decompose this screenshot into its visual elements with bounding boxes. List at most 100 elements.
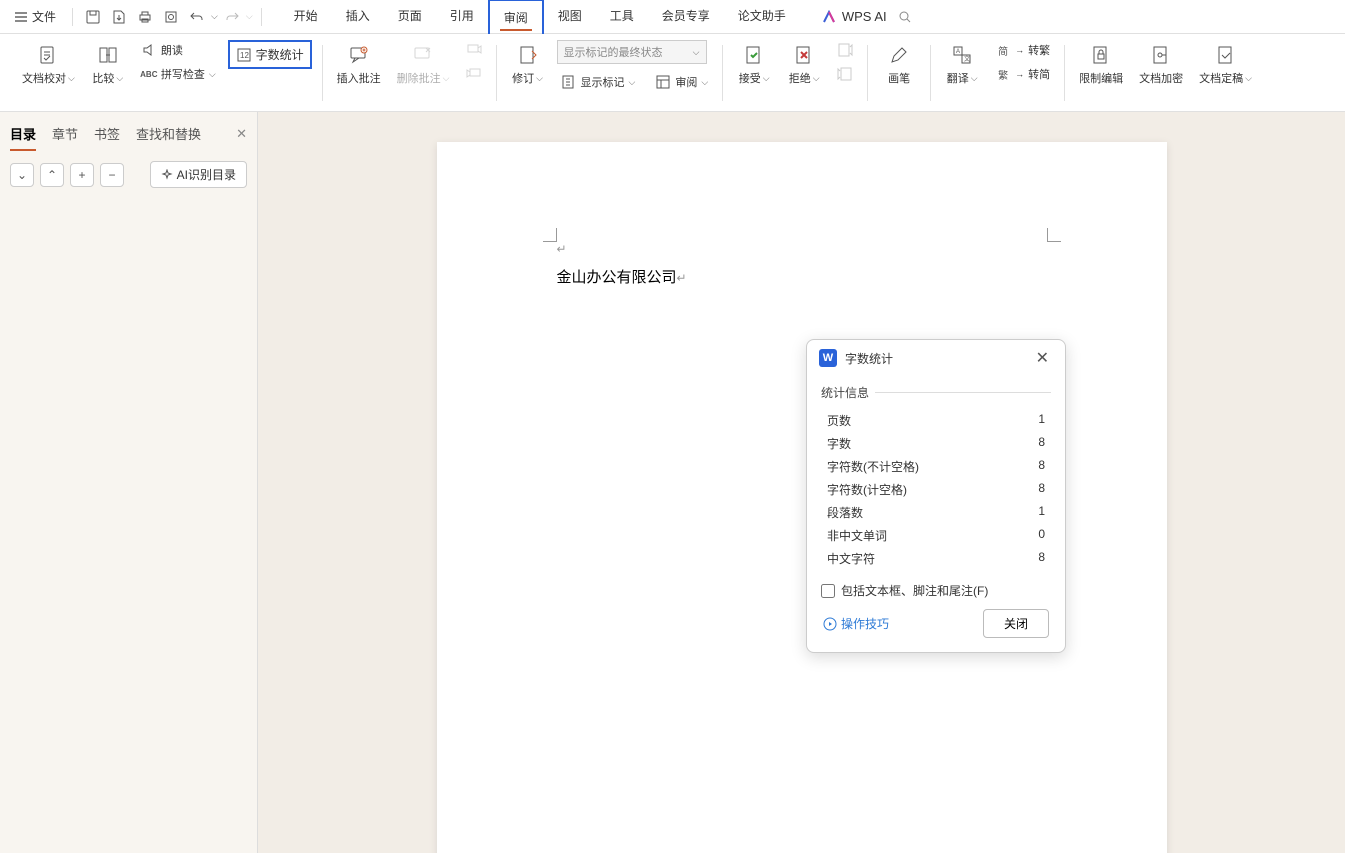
encrypt-button[interactable]: 文档加密 xyxy=(1135,40,1187,90)
divider xyxy=(261,8,262,26)
remove-button[interactable]: − xyxy=(100,163,124,187)
collapse-up-button[interactable]: ⌃ xyxy=(40,163,64,187)
insert-comment-button[interactable]: 插入批注 xyxy=(333,40,385,90)
wps-ai[interactable]: WPS AI xyxy=(822,9,887,24)
translate-icon: A文 xyxy=(951,44,973,66)
tab-page[interactable]: 页面 xyxy=(384,0,436,34)
accept-button[interactable]: 接受⌵ xyxy=(733,40,775,90)
prev-comment-button[interactable] xyxy=(462,40,486,60)
read-aloud-label: 朗读 xyxy=(161,42,183,58)
main-tabs: 开始 插入 页面 引用 审阅 视图 工具 会员专享 论文助手 xyxy=(280,0,800,34)
tips-link[interactable]: 操作技巧 xyxy=(823,615,889,632)
word-count-label: 字数统计 xyxy=(256,46,304,63)
read-aloud-button[interactable]: 朗读 xyxy=(137,40,220,60)
save-icon[interactable] xyxy=(83,7,103,27)
to-trad-label: 转繁 xyxy=(1028,42,1050,58)
undo-dropdown[interactable]: ⌵ xyxy=(211,11,218,22)
compare-button[interactable]: 比较⌵ xyxy=(87,40,129,90)
markup-state-select[interactable]: 显示标记的最终状态 ⌵ xyxy=(557,40,707,64)
stat-label: 字数 xyxy=(827,435,851,452)
print-preview-icon[interactable] xyxy=(161,7,181,27)
stat-label: 非中文单词 xyxy=(827,527,887,544)
prev-change-button[interactable] xyxy=(833,40,857,60)
track-changes-icon xyxy=(517,44,539,66)
next-change-button[interactable] xyxy=(833,64,857,84)
insert-comment-label: 插入批注 xyxy=(337,70,381,86)
dialog-title: 字数统计 xyxy=(845,350,1024,367)
proofread-label: 文档校对 xyxy=(22,70,66,86)
include-textbox-checkbox[interactable]: 包括文本框、脚注和尾注(F) xyxy=(821,582,1051,599)
to-simplified-button[interactable]: 繁→ 转简 xyxy=(991,64,1054,84)
compare-label: 比较 xyxy=(92,70,114,86)
margin-corner xyxy=(543,228,557,242)
file-menu[interactable]: 文件 xyxy=(6,4,64,29)
next-comment-button[interactable] xyxy=(462,64,486,84)
stat-value: 8 xyxy=(1038,481,1045,498)
play-circle-icon xyxy=(823,617,837,631)
reject-button[interactable]: 拒绝⌵ xyxy=(783,40,825,90)
tab-tools[interactable]: 工具 xyxy=(596,0,648,34)
restrict-edit-button[interactable]: 限制编辑 xyxy=(1075,40,1127,90)
pen-button[interactable]: 画笔 xyxy=(878,40,920,90)
tab-thesis[interactable]: 论文助手 xyxy=(724,0,800,34)
next-change-icon xyxy=(837,66,853,82)
show-markup-label: 显示标记 xyxy=(581,74,625,90)
add-button[interactable]: + xyxy=(70,163,94,187)
compare-icon xyxy=(97,44,119,66)
tab-view[interactable]: 视图 xyxy=(544,0,596,34)
insert-comment-icon xyxy=(348,44,370,66)
stat-value: 8 xyxy=(1038,550,1045,567)
tab-reference[interactable]: 引用 xyxy=(436,0,488,34)
dialog-close-icon[interactable]: ✕ xyxy=(1032,348,1053,368)
undo-icon[interactable] xyxy=(187,7,207,27)
paragraph-mark: ↵ xyxy=(677,271,687,285)
delete-comment-button[interactable]: 删除批注⌵ xyxy=(393,40,454,90)
svg-text:A: A xyxy=(956,49,960,55)
translate-button[interactable]: A文 翻译⌵ xyxy=(941,40,983,90)
abc-icon: ABC xyxy=(141,66,157,82)
margin-corner xyxy=(1047,228,1061,242)
review-pane-button[interactable]: 审阅⌵ xyxy=(651,72,712,92)
word-count-icon: 12 xyxy=(236,47,252,63)
translate-label: 翻译 xyxy=(947,70,969,86)
sidepanel-tab-find[interactable]: 查找和替换 xyxy=(136,120,201,147)
show-markup-button[interactable]: 显示标记⌵ xyxy=(557,72,640,92)
include-textbox-input[interactable] xyxy=(821,584,835,598)
divider xyxy=(72,8,73,26)
review-pane-label: 审阅 xyxy=(675,74,697,90)
stats-section-label: 统计信息 xyxy=(821,384,1051,401)
sidepanel-tab-bookmark[interactable]: 书签 xyxy=(94,120,120,147)
include-textbox-label: 包括文本框、脚注和尾注(F) xyxy=(841,582,988,599)
restrict-edit-label: 限制编辑 xyxy=(1079,70,1123,86)
track-changes-button[interactable]: 修订⌵ xyxy=(507,40,549,90)
document-text[interactable]: 金山办公有限公司 xyxy=(557,269,677,286)
track-changes-label: 修订 xyxy=(512,70,534,86)
search-icon[interactable] xyxy=(895,7,915,27)
sidepanel-tab-chapter[interactable]: 章节 xyxy=(52,120,78,147)
word-count-button[interactable]: 12 字数统计 xyxy=(228,40,312,69)
stat-label: 字符数(计空格) xyxy=(827,481,907,498)
spellcheck-button[interactable]: ABC 拼写检查 ⌵ xyxy=(137,64,220,84)
sidepanel-close-icon[interactable]: ✕ xyxy=(236,126,247,142)
sidepanel-tab-toc[interactable]: 目录 xyxy=(10,120,36,147)
ai-toc-button[interactable]: AI识别目录 xyxy=(150,161,247,188)
finalize-button[interactable]: 文档定稿⌵ xyxy=(1195,40,1256,90)
dialog-close-button[interactable]: 关闭 xyxy=(983,609,1049,638)
expand-down-button[interactable]: ⌄ xyxy=(10,163,34,187)
file-menu-label: 文件 xyxy=(32,8,56,25)
delete-comment-label: 删除批注 xyxy=(397,70,441,86)
tab-insert[interactable]: 插入 xyxy=(332,0,384,34)
to-simp-label: 转简 xyxy=(1028,66,1050,82)
trad-icon: 简 xyxy=(995,42,1011,58)
to-traditional-button[interactable]: 简→ 转繁 xyxy=(991,40,1054,60)
export-icon[interactable] xyxy=(109,7,129,27)
encrypt-icon xyxy=(1150,44,1172,66)
tab-review[interactable]: 审阅 xyxy=(488,0,544,34)
redo-icon[interactable] xyxy=(222,7,242,27)
tab-member[interactable]: 会员专享 xyxy=(648,0,724,34)
stat-value: 8 xyxy=(1038,435,1045,452)
proofread-button[interactable]: 文档校对⌵ xyxy=(18,40,79,90)
tab-start[interactable]: 开始 xyxy=(280,0,332,34)
print-icon[interactable] xyxy=(135,7,155,27)
redo-dropdown[interactable]: ⌵ xyxy=(246,11,253,22)
